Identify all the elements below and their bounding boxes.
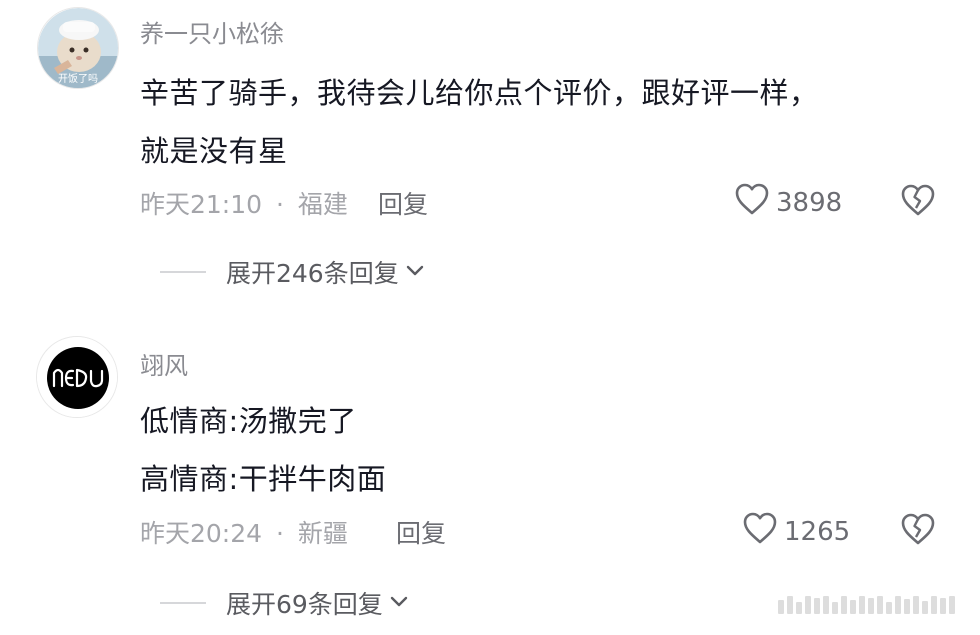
comment-text-line: 就是没有星 xyxy=(140,134,288,168)
comment-location: 新疆 xyxy=(297,519,348,548)
reply-button[interactable]: 回复 xyxy=(378,185,428,221)
comment-time: 昨天20:24 xyxy=(140,519,263,548)
reply-button[interactable]: 回复 xyxy=(396,514,446,550)
comment-meta: 昨天21:10 · 福建 xyxy=(140,185,348,221)
meta-separator: · xyxy=(276,190,284,219)
dislike-button[interactable] xyxy=(900,183,936,221)
divider-line xyxy=(160,271,206,273)
avatar[interactable]: 开饭了吗 xyxy=(37,7,119,89)
username[interactable]: 养一只小松徐 xyxy=(140,14,284,49)
expand-replies-button[interactable]: 展开246条回复 xyxy=(160,254,425,290)
divider-line xyxy=(160,602,206,604)
watermark xyxy=(778,596,955,614)
like-count: 1265 xyxy=(784,516,851,547)
heart-outline-icon xyxy=(742,511,778,552)
comment-text-line: 辛苦了骑手，我待会儿给你点个评价，跟好评一样， xyxy=(140,76,819,110)
like-button[interactable]: 1265 xyxy=(742,511,850,552)
like-count: 3898 xyxy=(776,187,843,218)
username[interactable]: 翊风 xyxy=(140,346,188,381)
comment-item: 开饭了吗 养一只小松徐 辛苦了骑手，我待会儿给你点个评价，跟好评一样， 就是没有… xyxy=(0,0,980,320)
chevron-down-icon xyxy=(405,263,425,282)
comment-text-line: 低情商:汤撒完了 xyxy=(140,404,357,438)
broken-heart-icon xyxy=(900,513,936,550)
chevron-down-icon xyxy=(389,594,409,613)
dislike-button[interactable] xyxy=(900,512,936,550)
avatar[interactable] xyxy=(36,336,118,418)
expand-replies-label: 展开69条回复 xyxy=(226,590,383,619)
like-button[interactable]: 3898 xyxy=(734,182,842,223)
comment-meta: 昨天20:24 · 新疆 xyxy=(140,514,348,550)
expand-replies-button[interactable]: 展开69条回复 xyxy=(160,585,409,621)
broken-heart-icon xyxy=(900,184,936,221)
comment-time: 昨天21:10 xyxy=(140,190,263,219)
comment-text-line: 高情商:干拌牛肉面 xyxy=(140,462,387,496)
expand-replies-label: 展开246条回复 xyxy=(226,259,399,288)
heart-outline-icon xyxy=(734,182,770,223)
meta-separator: · xyxy=(276,519,284,548)
avatar-caption: 开饭了吗 xyxy=(58,74,98,85)
comment-location: 福建 xyxy=(297,190,348,219)
comment-item: 翊风 低情商:汤撒完了 高情商:干拌牛肉面 昨天20:24 · 新疆 回复 12… xyxy=(0,330,980,635)
